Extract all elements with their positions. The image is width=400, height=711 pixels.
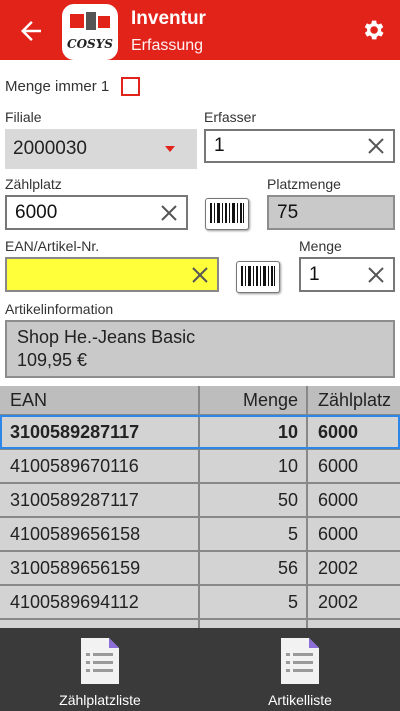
table-row[interactable]: 4100589694112 5 2002 [0, 585, 400, 620]
artikelliste-button[interactable]: Artikelliste [200, 628, 400, 711]
table-row[interactable]: 3100589287117 10 6000 [0, 415, 400, 450]
cell-ean: 3100589287117 [0, 483, 200, 518]
arrow-left-icon[interactable] [16, 16, 46, 46]
menge-label: Menge [299, 238, 342, 254]
cell-zaehlplatz: 2002 [307, 585, 400, 620]
artikelliste-label: Artikelliste [268, 692, 332, 708]
erfasser-label: Erfasser [204, 109, 257, 125]
ean-label: EAN/Artikel-Nr. [5, 238, 100, 254]
list-document-icon [81, 638, 119, 684]
cell-ean: 4100589670116 [0, 449, 200, 484]
clear-icon[interactable] [191, 266, 209, 284]
app-bar: COSYS Inventur Erfassung [0, 0, 400, 60]
app-title: Inventur [131, 8, 206, 29]
table-row[interactable] [0, 619, 400, 628]
cell-zaehlplatz: 6000 [307, 449, 400, 484]
table-row[interactable]: 3100589656159 56 2002 [0, 551, 400, 586]
zaehlplatz-value: 6000 [15, 201, 58, 223]
logo-text: COSYS [67, 37, 113, 51]
menge-immer-label: Menge immer 1 [5, 78, 110, 95]
app-subtitle: Erfassung [131, 37, 204, 54]
platzmenge-value: 75 [277, 201, 299, 223]
cell-ean [0, 619, 200, 628]
menge-input[interactable]: 1 [299, 257, 395, 292]
cell-zaehlplatz: 6000 [307, 415, 400, 450]
cell-ean: 3100589287117 [0, 415, 200, 450]
table-row[interactable]: 4100589656158 5 6000 [0, 517, 400, 552]
column-header-menge[interactable]: Menge [199, 386, 308, 416]
cell-menge: 5 [199, 585, 308, 620]
cell-menge: 5 [199, 517, 308, 552]
erfasser-input[interactable]: 1 [204, 129, 395, 163]
artikel-name: Shop He.-Jeans Basic [17, 327, 196, 347]
cell-menge: 50 [199, 483, 308, 518]
erfassung-table[interactable]: EAN Menge Zählplatz 3100589287117 10 6000 4… [0, 386, 400, 628]
cell-menge: 56 [199, 551, 308, 586]
table-header-row: EAN Menge Zählplatz [0, 386, 400, 416]
barcode-scan-icon[interactable] [205, 198, 249, 230]
platzmenge-label: Platzmenge [267, 176, 341, 192]
cell-ean: 4100589694112 [0, 585, 200, 620]
clear-icon[interactable] [367, 266, 385, 284]
filiale-label: Filiale [5, 109, 42, 125]
cell-zaehlplatz: 6000 [307, 517, 400, 552]
cell-zaehlplatz: 2002 [307, 551, 400, 586]
list-document-icon [281, 638, 319, 684]
cell-ean: 4100589656158 [0, 517, 200, 552]
bottom-nav: Zählplatzliste Artikelliste [0, 628, 400, 711]
zaehlplatz-input[interactable]: 6000 [5, 195, 188, 230]
erfasser-value: 1 [214, 135, 225, 156]
dropdown-arrow-icon [165, 146, 175, 152]
ean-input[interactable] [5, 257, 219, 292]
platzmenge-field: 75 [267, 195, 395, 230]
table-row[interactable]: 3100589287117 50 6000 [0, 483, 400, 518]
menge-value: 1 [309, 263, 320, 285]
zaehlplatz-label: Zählplatz [5, 176, 62, 192]
gear-icon[interactable] [360, 17, 386, 43]
cell-zaehlplatz [307, 619, 400, 628]
cell-zaehlplatz: 6000 [307, 483, 400, 518]
cell-menge [199, 619, 308, 628]
column-header-zaehlplatz[interactable]: Zählplatz [307, 386, 400, 416]
table-row[interactable]: 4100589670116 10 6000 [0, 449, 400, 484]
filiale-select[interactable]: 2000030 [5, 129, 197, 169]
cell-ean: 3100589656159 [0, 551, 200, 586]
clear-icon[interactable] [367, 137, 385, 155]
app-logo: COSYS [62, 4, 118, 60]
zaehlplatzliste-label: Zählplatzliste [59, 692, 141, 708]
column-header-ean[interactable]: EAN [0, 386, 200, 416]
cell-menge: 10 [199, 415, 308, 450]
cell-menge: 10 [199, 449, 308, 484]
menge-immer-checkbox[interactable] [121, 77, 140, 96]
artikel-price: 109,95 € [17, 350, 88, 370]
filiale-value: 2000030 [13, 138, 87, 159]
artikelinfo-label: Artikelinformation [5, 301, 114, 317]
barcode-scan-icon[interactable] [236, 261, 280, 293]
clear-icon[interactable] [160, 204, 178, 222]
zaehlplatzliste-button[interactable]: Zählplatzliste [0, 628, 200, 711]
artikelinfo-box: Shop He.-Jeans Basic 109,95 € [5, 320, 395, 378]
